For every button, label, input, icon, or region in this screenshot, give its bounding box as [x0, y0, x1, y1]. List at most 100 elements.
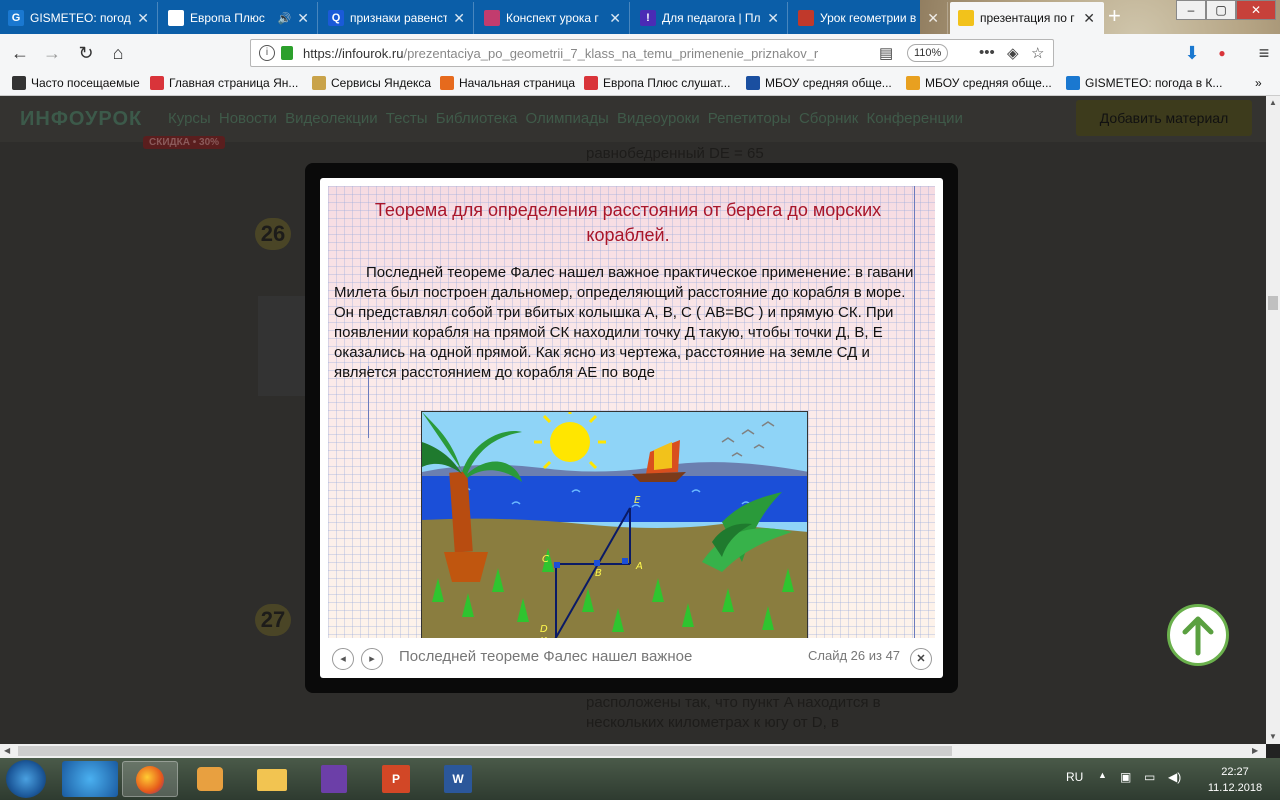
add-material-button[interactable]: Добавить материал: [1076, 100, 1252, 136]
browser-tab[interactable]: Qпризнаки равенст ✕: [320, 2, 474, 34]
vertical-scroll-thumb[interactable]: [1268, 296, 1278, 310]
sale-badge: СКИДКА • 30%: [143, 136, 226, 149]
close-tab-icon[interactable]: ✕: [137, 10, 149, 27]
close-tab-icon[interactable]: ✕: [297, 10, 309, 27]
point-label-a: A: [635, 561, 643, 572]
file-explorer-icon[interactable]: [244, 761, 300, 797]
scroll-left-arrow[interactable]: ◀: [4, 746, 10, 755]
tab-audio-icon[interactable]: 🔊: [278, 12, 292, 25]
point-label-d: D: [540, 624, 548, 635]
bookmark-item[interactable]: Начальная страница: [440, 76, 575, 90]
language-indicator[interactable]: RU: [1066, 770, 1083, 784]
slide-title: Теорема для определения расстояния от бе…: [374, 200, 882, 245]
slide-margin-line: [914, 186, 915, 638]
bookmark-favicon-icon: [906, 76, 920, 90]
bookmark-favicon-icon: [440, 76, 454, 90]
prev-slide-button[interactable]: ◂: [332, 648, 354, 670]
url-text[interactable]: https://infourok.ru/prezentaciya_po_geom…: [303, 46, 823, 61]
bookmark-item[interactable]: Главная страница Ян...: [150, 76, 298, 90]
clock-time: 22:27: [1221, 766, 1249, 778]
tray-expand-icon[interactable]: ▲: [1098, 770, 1107, 780]
scroll-to-top-button[interactable]: [1167, 604, 1229, 666]
bookmark-label: Европа Плюс слушат...: [603, 76, 731, 90]
page-actions-icon[interactable]: •••: [979, 44, 995, 61]
browser-tab[interactable]: Урок геометрии в ✕: [790, 2, 948, 34]
tab-favicon-icon: [484, 10, 500, 26]
browser-tab[interactable]: ! Для педагога | Пл ✕: [632, 2, 788, 34]
start-button[interactable]: [6, 760, 46, 798]
word-icon[interactable]: W: [430, 761, 486, 797]
more-bookmarks-icon[interactable]: »: [1255, 76, 1262, 90]
slide-viewer-footer: ◂ ▸ Последней теореме Фалес нашел важное…: [320, 638, 943, 678]
new-tab-button[interactable]: +: [1108, 5, 1121, 27]
close-modal-button[interactable]: ✕: [910, 648, 932, 670]
tab-favicon-icon: [168, 10, 184, 26]
zoom-level[interactable]: 110%: [907, 44, 949, 62]
home-button[interactable]: ⌂: [106, 42, 130, 66]
bookmark-item[interactable]: МБОУ средняя обще...: [906, 76, 1052, 90]
bookmark-item[interactable]: МБОУ средняя обще...: [746, 76, 892, 90]
clock-date: 11.12.2018: [1207, 782, 1263, 794]
close-window-button[interactable]: ✕: [1236, 0, 1276, 20]
next-slide-button[interactable]: ▸: [361, 648, 383, 670]
point-label-b: B: [595, 568, 602, 579]
firefox-icon[interactable]: [122, 761, 178, 797]
vertical-scrollbar[interactable]: ▲ ▼: [1266, 96, 1280, 744]
site-logo[interactable]: ИНФОУРОК: [20, 108, 142, 131]
rangefinder-illustration: E C B A D K: [421, 411, 808, 638]
horizontal-scrollbar[interactable]: ◀ ▶: [0, 744, 1266, 758]
site-menu[interactable]: Курсы Новости Видеолекции Тесты Библиоте…: [168, 110, 963, 127]
pocket-icon[interactable]: ◈: [1007, 44, 1019, 62]
horizontal-scroll-thumb[interactable]: [18, 746, 952, 756]
bookmark-label: Часто посещаемые: [31, 76, 140, 90]
bookmark-star-icon[interactable]: ☆: [1031, 44, 1044, 62]
close-tab-icon[interactable]: ✕: [927, 10, 939, 27]
bookmark-favicon-icon: [12, 76, 26, 90]
lock-icon: [281, 46, 293, 60]
internet-explorer-icon[interactable]: [62, 761, 118, 797]
download-icon[interactable]: ⬇: [1180, 42, 1204, 66]
bookmark-item[interactable]: Сервисы Яндекса: [312, 76, 431, 90]
illustration-svg: E C B A D K: [422, 412, 807, 638]
minimize-button[interactable]: –: [1176, 0, 1206, 20]
forward-button[interactable]: →: [40, 42, 64, 66]
bookmark-label: Главная страница Ян...: [169, 76, 299, 90]
scroll-right-arrow[interactable]: ▶: [1252, 746, 1258, 755]
maximize-button[interactable]: ▢: [1206, 0, 1236, 20]
address-bar[interactable]: i https://infourok.ru/prezentaciya_po_ge…: [250, 39, 1054, 67]
menu-icon[interactable]: ≡: [1252, 42, 1276, 66]
scroll-down-arrow[interactable]: ▼: [1269, 732, 1277, 741]
close-tab-icon[interactable]: ✕: [609, 10, 621, 27]
bookmark-item[interactable]: GISMETEO: погода в К...: [1066, 76, 1222, 90]
action-center-icon[interactable]: ▣: [1120, 770, 1131, 784]
browser-tab[interactable]: G GISMETEO: погод ✕: [0, 2, 158, 34]
bookmark-item[interactable]: Европа Плюс слушат...: [584, 76, 730, 90]
powerpoint-icon[interactable]: P: [368, 761, 424, 797]
adblock-icon[interactable]: ●: [1210, 42, 1234, 66]
onenote-icon[interactable]: [306, 761, 362, 797]
info-icon[interactable]: i: [259, 45, 275, 61]
close-tab-icon[interactable]: ✕: [767, 10, 779, 27]
background-text: расположены так, что пункт A находится в: [586, 694, 881, 711]
browser-tab[interactable]: презентация по г ✕: [950, 2, 1104, 34]
volume-icon[interactable]: ◀): [1168, 770, 1181, 784]
back-button[interactable]: ←: [8, 42, 32, 66]
slide-caption: Последней теореме Фалес нашел важное: [399, 648, 693, 665]
clock[interactable]: 22:27 11.12.2018: [1200, 764, 1270, 796]
reader-view-icon[interactable]: ▤: [879, 44, 893, 62]
network-icon[interactable]: ▭: [1144, 770, 1155, 784]
close-tab-icon[interactable]: ✕: [1083, 10, 1095, 27]
slide-number-badge: 27: [255, 604, 291, 636]
bookmark-label: Сервисы Яндекса: [331, 76, 432, 90]
slide-viewer-modal: Теорема для определения расстояния от бе…: [320, 178, 943, 678]
bookmark-label: МБОУ средняя обще...: [925, 76, 1052, 90]
close-tab-icon[interactable]: ✕: [453, 10, 465, 27]
reload-button[interactable]: ↻: [74, 42, 98, 66]
browser-tab[interactable]: Конспект урока г ✕: [476, 2, 630, 34]
bookmark-favicon-icon: [584, 76, 598, 90]
browser-tab[interactable]: Европа Плюс 🔊 ✕: [160, 2, 318, 34]
scroll-up-arrow[interactable]: ▲: [1269, 98, 1277, 107]
tab-label: Для педагога | Пл: [662, 11, 761, 25]
bookmark-item[interactable]: Часто посещаемые: [12, 76, 140, 90]
media-player-icon[interactable]: [182, 761, 238, 797]
